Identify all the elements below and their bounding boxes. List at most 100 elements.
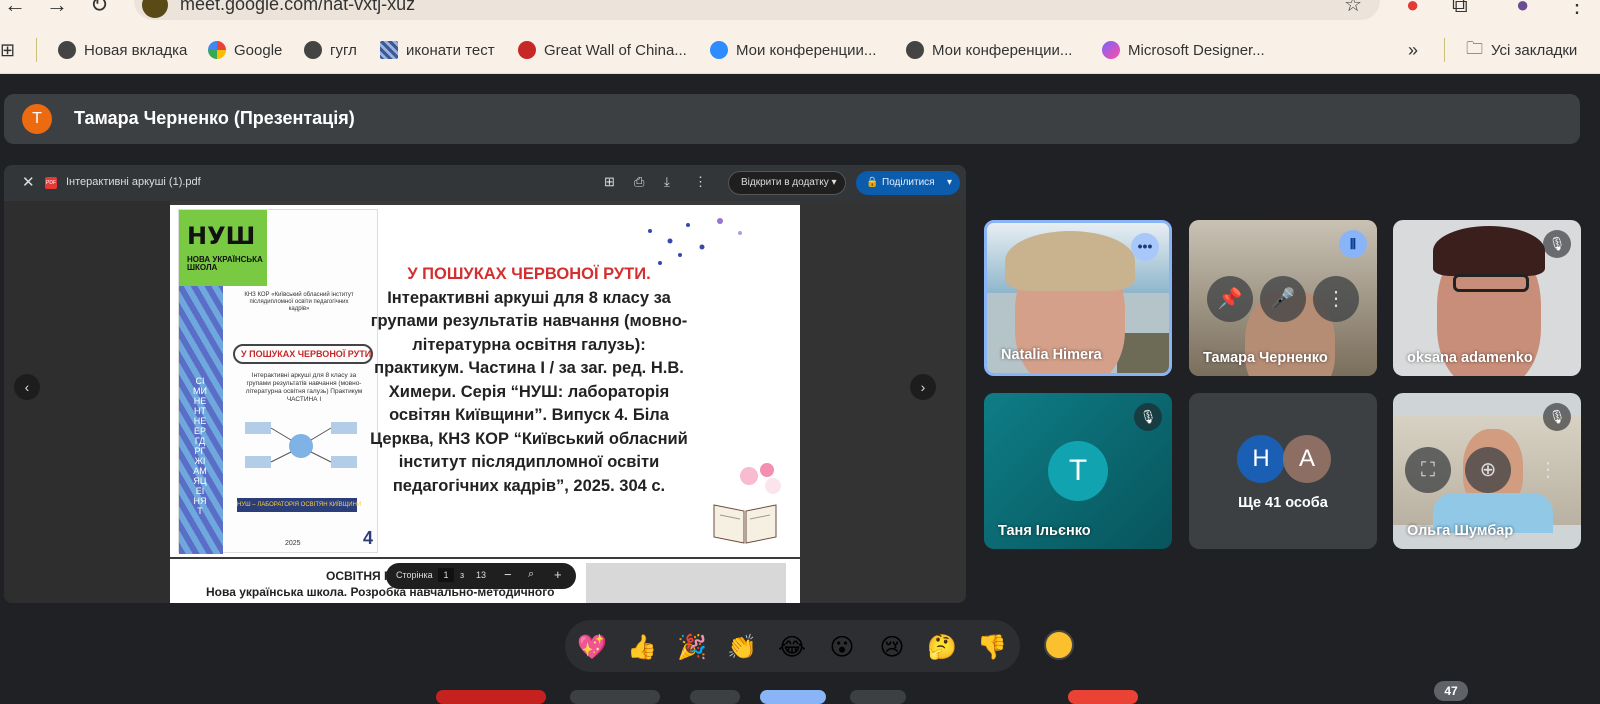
reaction-thumbs-down[interactable]: 👎 [975, 630, 1009, 664]
page-image [586, 563, 786, 603]
more-vert-icon[interactable]: ⋮ [694, 174, 707, 190]
bookmark-item[interactable]: Мои конференции... [906, 38, 1072, 62]
zoom-fit-icon[interactable]: ⌕ [528, 568, 534, 581]
prev-page-arrow[interactable]: ‹ [14, 374, 40, 400]
cover-banner: НУШ – ЛАБОРАТОРІЯ ОСВІТЯН КИЇВЩИНИ [237, 498, 361, 512]
bookmark-item[interactable]: Мои конференции... [710, 38, 876, 62]
more-options-icon[interactable]: ••• [1131, 233, 1159, 261]
all-bookmarks-button[interactable]: 🗀 Усі закладки [1466, 38, 1577, 62]
zoom-out-icon[interactable]: − [504, 567, 512, 582]
bookmark-item[interactable]: гугл [304, 38, 357, 62]
frame-person-icon[interactable]: ⛶ [1405, 447, 1451, 493]
book-cover: НУШ НОВА УКРАЇНСЬКА ШКОЛА СІМИНЕНТНЕЕРГД… [178, 209, 378, 554]
avatar: Т [22, 104, 52, 134]
participant-name: Ольга Шумбар [1407, 523, 1514, 539]
share-button[interactable]: Поділитися ▾ 🔒 [856, 171, 960, 195]
hex-pattern: СІМИНЕНТНЕЕРГДРГЖІАМЯЦЕІНЯТ [179, 286, 223, 554]
reaction-thinking[interactable]: 🤔 [925, 630, 959, 664]
page-number-input[interactable]: 1 [438, 568, 454, 582]
pdf-right-panel [800, 201, 966, 603]
bookmarks-overflow-button[interactable]: » [1408, 38, 1418, 62]
participant-tile[interactable]: ••• Natalia Himera [984, 220, 1172, 376]
presenter-bar: Т Тамара Черненко (Презентація) [4, 94, 1580, 144]
participant-tile[interactable]: Т 🎙 Таня Ільєнко [984, 393, 1172, 549]
profile-avatar[interactable]: ● [1516, 0, 1529, 18]
add-photo-icon[interactable]: ⊕ [1465, 447, 1511, 493]
add-comment-icon[interactable]: ⊞ [604, 174, 615, 190]
reaction-party-popper[interactable]: 🎉 [675, 630, 709, 664]
bookmark-item[interactable]: Новая вкладка [58, 38, 187, 62]
reaction-thumbs-up[interactable]: 👍 [625, 630, 659, 664]
participant-tile[interactable]: ⦀ 📌 🎤 ⋮ Тамара Черненко [1189, 220, 1377, 376]
stripe-icon [380, 41, 398, 59]
presenter-title: Тамара Черненко (Презентація) [74, 108, 355, 128]
bookmark-star-icon[interactable]: ☆ [1344, 0, 1362, 17]
dragon-icon [518, 41, 536, 59]
presentation-stage[interactable]: ✕ PDF Інтерактивні аркуші (1).pdf ⊞ ⎙ ⤓ … [4, 165, 966, 603]
control-button[interactable] [850, 690, 906, 704]
divider [1444, 38, 1445, 62]
next-page-arrow[interactable]: › [910, 374, 936, 400]
reaction-sparkling-heart[interactable]: 💖 [575, 630, 609, 664]
pdf-page: НУШ НОВА УКРАЇНСЬКА ШКОЛА СІМИНЕНТНЕЕРГД… [170, 205, 800, 557]
pdf-toolbar: ✕ PDF Інтерактивні аркуші (1).pdf ⊞ ⎙ ⤓ … [4, 165, 966, 201]
opera-icon[interactable]: ● [1406, 0, 1419, 18]
others-tile[interactable]: Н А Ще 41 особа [1189, 393, 1377, 549]
globe-icon [304, 41, 322, 59]
book-description: У ПОШУКАХ ЧЕРВОНОЇ РУТИ. Інтерактивні ар… [366, 263, 692, 498]
others-count: Ще 41 особа [1238, 495, 1328, 511]
reload-icon[interactable]: ↻ [90, 0, 108, 18]
reaction-surprised[interactable]: 😮 [825, 630, 859, 664]
globe-icon [906, 41, 924, 59]
more-vert-icon[interactable]: ⋮ [1313, 276, 1359, 322]
close-icon[interactable]: ✕ [22, 173, 35, 191]
back-icon[interactable]: ← [4, 0, 26, 18]
participant-count-badge: 47 [1434, 681, 1468, 701]
book-headline: У ПОШУКАХ ЧЕРВОНОЇ РУТИ. [407, 265, 651, 283]
leave-call-button[interactable] [1068, 690, 1138, 704]
speaking-indicator-icon: ⦀ [1339, 230, 1367, 258]
open-with-button[interactable]: Відкрити в додатку ▾ [728, 171, 846, 195]
extensions-icon[interactable]: ⧉ [1452, 0, 1468, 18]
browser-toolbar: ← → ↻ meet.google.com/nat-vxtj-xuz ☆ ● ⧉… [0, 0, 1600, 26]
participant-name: Таня Ільєнко [998, 523, 1091, 539]
bookmark-item[interactable]: Microsoft Designer... [1102, 38, 1265, 62]
cover-title: У ПОШУКАХ ЧЕРВОНОЇ РУТИ [233, 344, 373, 364]
cover-year: 2025 [285, 540, 301, 547]
site-info-icon[interactable] [142, 0, 168, 18]
divider [36, 38, 37, 62]
bookmark-item[interactable]: Great Wall of China... [518, 38, 687, 62]
participant-tile[interactable]: 🎙 oksana adamenko [1393, 220, 1581, 376]
bookmark-item[interactable]: Google [208, 38, 282, 62]
bookmarks-bar: ⊞ Новая вкладка Google гугл иконати тест… [0, 26, 1600, 74]
reaction-clapping[interactable]: 👏 [725, 630, 759, 664]
pin-icon[interactable]: 📌 [1207, 276, 1253, 322]
cover-diagram [245, 422, 357, 468]
mic-off-icon: 🎙 [1543, 230, 1571, 258]
pdf-file-icon: PDF [45, 177, 57, 189]
download-icon[interactable]: ⤓ [664, 174, 670, 190]
url-text[interactable]: meet.google.com/nat-vxtj-xuz [180, 0, 415, 15]
zoom-in-icon[interactable]: + [554, 567, 562, 582]
reaction-crying[interactable]: 😢 [875, 630, 909, 664]
mic-icon[interactable]: 🎤 [1260, 276, 1306, 322]
forward-icon[interactable]: → [46, 0, 68, 18]
menu-icon[interactable]: ⋮ [1566, 0, 1588, 18]
bookmark-item[interactable]: иконати тест [380, 38, 495, 62]
address-bar[interactable]: meet.google.com/nat-vxtj-xuz ☆ [134, 0, 1380, 20]
control-button[interactable] [436, 690, 546, 704]
control-button[interactable] [760, 690, 826, 704]
avatar: Н [1237, 435, 1285, 483]
print-icon[interactable]: ⎙ [634, 174, 644, 190]
control-button[interactable] [570, 690, 660, 704]
skin-tone-picker[interactable] [1044, 630, 1074, 660]
more-vert-icon[interactable]: ⋮ [1525, 447, 1571, 493]
apps-grid-icon[interactable]: ⊞ [0, 38, 15, 62]
nush-logo: НУШ НОВА УКРАЇНСЬКА ШКОЛА [179, 210, 267, 286]
zoom-icon [710, 41, 728, 59]
control-button[interactable] [690, 690, 740, 704]
participant-tile[interactable]: 🎙 ⛶ ⊕ ⋮ Ольга Шумбар [1393, 393, 1581, 549]
chevron-down-icon: ▾ [946, 177, 952, 188]
side-letters: СІМИНЕНТНЕЕРГДРГЖІАМЯЦЕІНЯТ [193, 376, 207, 516]
reaction-laughing[interactable]: 😂 [775, 630, 809, 664]
